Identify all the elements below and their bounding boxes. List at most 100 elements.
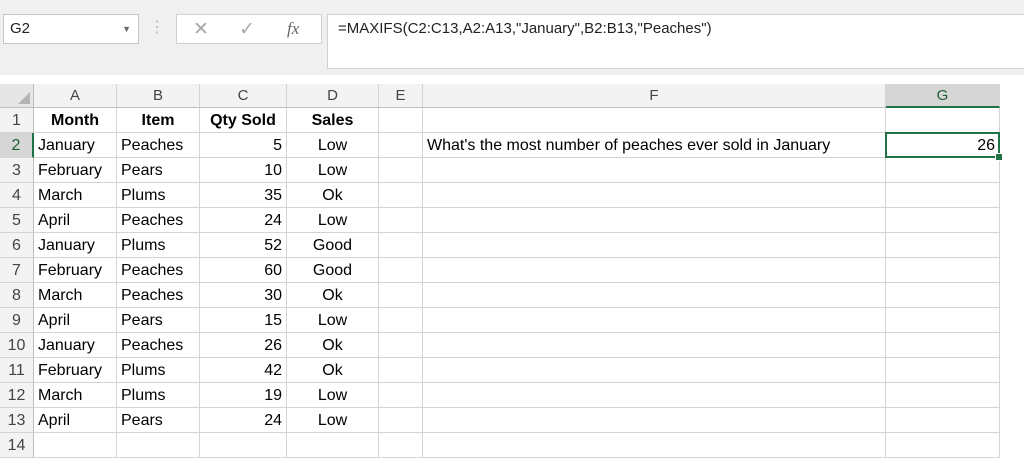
cell-d9[interactable]: Low (287, 308, 379, 333)
row-header-13[interactable]: 13 (0, 408, 34, 433)
cell-d11[interactable]: Ok (287, 358, 379, 383)
cell-c3[interactable]: 10 (200, 158, 287, 183)
cell-g8[interactable] (886, 283, 1000, 308)
cell-a1[interactable]: Month (34, 108, 117, 133)
cell-c9[interactable]: 15 (200, 308, 287, 333)
cell-c8[interactable]: 30 (200, 283, 287, 308)
cell-f6[interactable] (423, 233, 886, 258)
row-header-9[interactable]: 9 (0, 308, 34, 333)
cell-b14[interactable] (117, 433, 200, 458)
cell-a14[interactable] (34, 433, 117, 458)
column-header-b[interactable]: B (117, 84, 200, 108)
cell-e6[interactable] (379, 233, 423, 258)
cell-c12[interactable]: 19 (200, 383, 287, 408)
cell-c7[interactable]: 60 (200, 258, 287, 283)
cell-d1[interactable]: Sales (287, 108, 379, 133)
cell-f4[interactable] (423, 183, 886, 208)
insert-function-icon[interactable]: fx (287, 19, 299, 39)
row-header-11[interactable]: 11 (0, 358, 34, 383)
cell-b7[interactable]: Peaches (117, 258, 200, 283)
column-header-a[interactable]: A (34, 84, 117, 108)
row-header-4[interactable]: 4 (0, 183, 34, 208)
row-header-12[interactable]: 12 (0, 383, 34, 408)
check-icon[interactable]: ✓ (239, 18, 255, 41)
cell-c10[interactable]: 26 (200, 333, 287, 358)
cell-f12[interactable] (423, 383, 886, 408)
cell-e13[interactable] (379, 408, 423, 433)
cell-e5[interactable] (379, 208, 423, 233)
cell-e8[interactable] (379, 283, 423, 308)
cell-c11[interactable]: 42 (200, 358, 287, 383)
cell-e14[interactable] (379, 433, 423, 458)
cell-c13[interactable]: 24 (200, 408, 287, 433)
cell-a4[interactable]: March (34, 183, 117, 208)
cell-a11[interactable]: February (34, 358, 117, 383)
cell-e2[interactable] (379, 133, 423, 158)
cell-g5[interactable] (886, 208, 1000, 233)
cell-d6[interactable]: Good (287, 233, 379, 258)
cell-f5[interactable] (423, 208, 886, 233)
cell-g10[interactable] (886, 333, 1000, 358)
cell-e3[interactable] (379, 158, 423, 183)
column-header-d[interactable]: D (287, 84, 379, 108)
cell-f13[interactable] (423, 408, 886, 433)
cell-f14[interactable] (423, 433, 886, 458)
cell-c5[interactable]: 24 (200, 208, 287, 233)
cell-b1[interactable]: Item (117, 108, 200, 133)
cell-b12[interactable]: Plums (117, 383, 200, 408)
cell-g9[interactable] (886, 308, 1000, 333)
cell-g12[interactable] (886, 383, 1000, 408)
cell-e1[interactable] (379, 108, 423, 133)
cell-d8[interactable]: Ok (287, 283, 379, 308)
cell-e11[interactable] (379, 358, 423, 383)
cell-d4[interactable]: Ok (287, 183, 379, 208)
cell-a6[interactable]: January (34, 233, 117, 258)
fill-handle[interactable] (995, 153, 1003, 161)
cell-a13[interactable]: April (34, 408, 117, 433)
drag-handle-icon[interactable]: ⋮ (149, 17, 165, 37)
name-box[interactable]: G2 ▼ (3, 14, 139, 44)
cell-f10[interactable] (423, 333, 886, 358)
cell-g1[interactable] (886, 108, 1000, 133)
cell-g14[interactable] (886, 433, 1000, 458)
cell-e7[interactable] (379, 258, 423, 283)
cell-f1[interactable] (423, 108, 886, 133)
cell-c2[interactable]: 5 (200, 133, 287, 158)
cell-d7[interactable]: Good (287, 258, 379, 283)
cell-e4[interactable] (379, 183, 423, 208)
cell-a12[interactable]: March (34, 383, 117, 408)
row-header-1[interactable]: 1 (0, 108, 34, 133)
row-header-10[interactable]: 10 (0, 333, 34, 358)
column-header-g[interactable]: G (886, 84, 1000, 108)
cell-f8[interactable] (423, 283, 886, 308)
row-header-6[interactable]: 6 (0, 233, 34, 258)
cell-b5[interactable]: Peaches (117, 208, 200, 233)
cell-c6[interactable]: 52 (200, 233, 287, 258)
close-icon[interactable]: ✕ (193, 18, 209, 41)
column-header-c[interactable]: C (200, 84, 287, 108)
cell-e12[interactable] (379, 383, 423, 408)
row-header-8[interactable]: 8 (0, 283, 34, 308)
cell-a5[interactable]: April (34, 208, 117, 233)
cell-a8[interactable]: March (34, 283, 117, 308)
cell-f9[interactable] (423, 308, 886, 333)
cell-g11[interactable] (886, 358, 1000, 383)
row-header-2[interactable]: 2 (0, 133, 34, 158)
cell-g6[interactable] (886, 233, 1000, 258)
cell-e10[interactable] (379, 333, 423, 358)
cell-b9[interactable]: Pears (117, 308, 200, 333)
cell-b2[interactable]: Peaches (117, 133, 200, 158)
column-header-e[interactable]: E (379, 84, 423, 108)
cell-b6[interactable]: Plums (117, 233, 200, 258)
cell-f2[interactable]: What's the most number of peaches ever s… (423, 133, 886, 158)
cell-b8[interactable]: Peaches (117, 283, 200, 308)
cell-b3[interactable]: Pears (117, 158, 200, 183)
cell-d2[interactable]: Low (287, 133, 379, 158)
cell-d5[interactable]: Low (287, 208, 379, 233)
cell-g13[interactable] (886, 408, 1000, 433)
cell-d3[interactable]: Low (287, 158, 379, 183)
cell-b4[interactable]: Plums (117, 183, 200, 208)
row-header-7[interactable]: 7 (0, 258, 34, 283)
cell-d14[interactable] (287, 433, 379, 458)
cell-a3[interactable]: February (34, 158, 117, 183)
